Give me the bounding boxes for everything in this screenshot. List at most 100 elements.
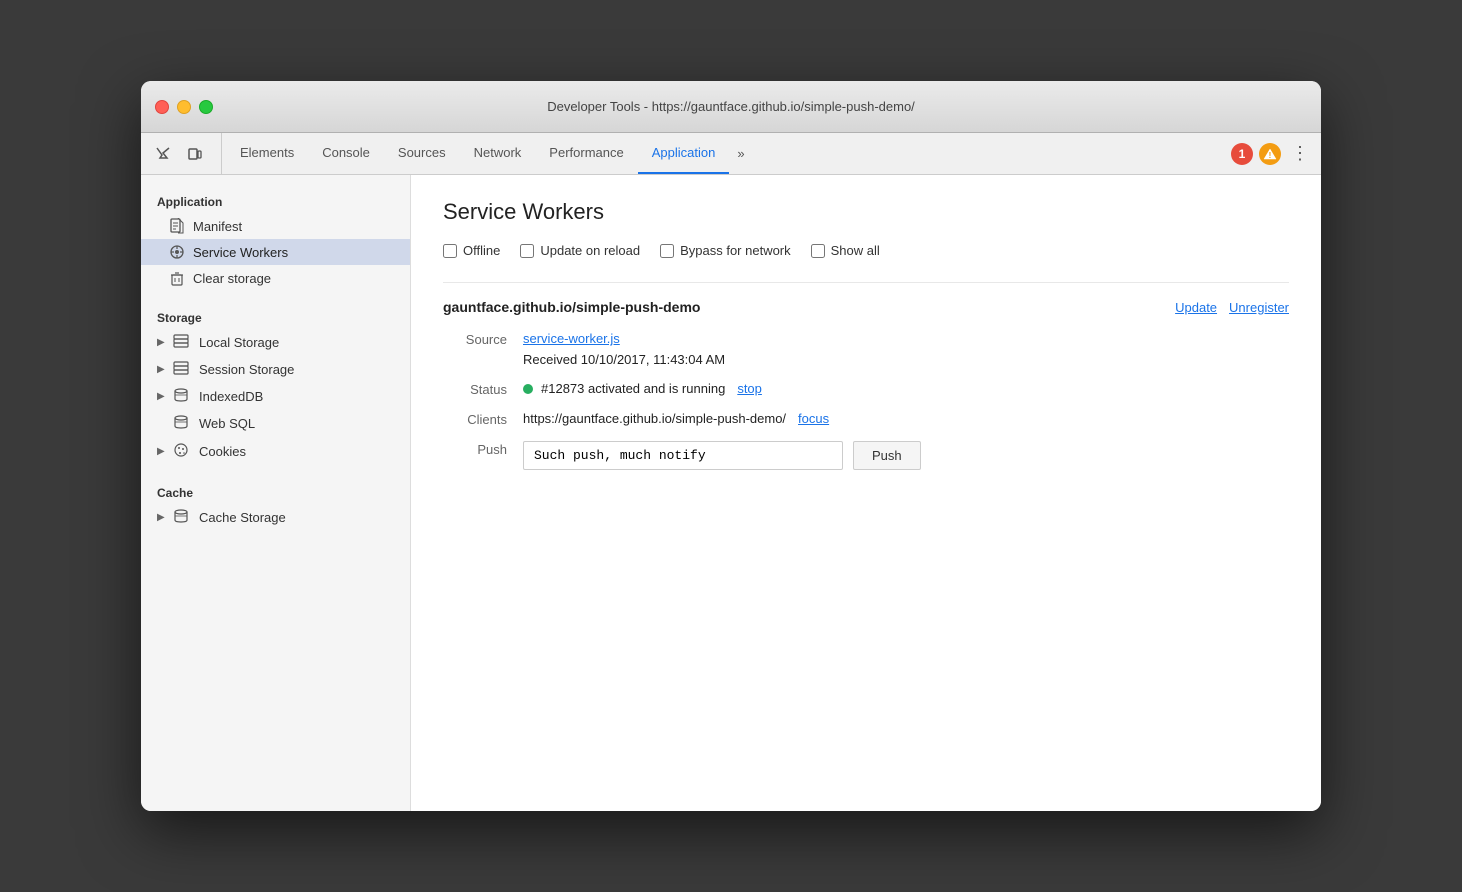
devtools-window: Developer Tools - https://gauntface.gith…: [141, 81, 1321, 811]
tab-performance[interactable]: Performance: [535, 133, 637, 174]
web-sql-label: Web SQL: [199, 416, 255, 431]
push-button[interactable]: Push: [853, 441, 921, 470]
show-all-input[interactable]: [811, 244, 825, 258]
expand-arrow-cookies: ▶: [157, 446, 169, 457]
sidebar: Application Manifest: [141, 175, 411, 811]
tab-elements[interactable]: Elements: [226, 133, 308, 174]
main-content: Application Manifest: [141, 175, 1321, 811]
source-file-link[interactable]: service-worker.js: [523, 331, 620, 346]
sidebar-section-cache: Cache: [141, 478, 410, 504]
source-value: service-worker.js Received 10/10/2017, 1…: [523, 331, 1289, 367]
received-text: Received 10/10/2017, 11:43:04 AM: [523, 352, 1289, 367]
web-sql-icon: [173, 415, 189, 432]
tab-console[interactable]: Console: [308, 133, 384, 174]
manifest-icon: [169, 218, 185, 234]
bypass-for-network-input[interactable]: [660, 244, 674, 258]
sidebar-item-indexeddb[interactable]: ▶ IndexedDB: [141, 383, 410, 410]
sidebar-item-clear-storage[interactable]: Clear storage: [141, 265, 410, 291]
local-storage-label: Local Storage: [199, 335, 279, 350]
sw-header: gauntface.github.io/simple-push-demo Upd…: [443, 299, 1289, 315]
bypass-for-network-label: Bypass for network: [680, 243, 791, 258]
update-on-reload-label: Update on reload: [540, 243, 640, 258]
sw-details: Source service-worker.js Received 10/10/…: [443, 331, 1289, 470]
bypass-for-network-checkbox[interactable]: Bypass for network: [660, 243, 791, 258]
toolbar-icon-group: [149, 133, 222, 174]
tab-network[interactable]: Network: [460, 133, 536, 174]
traffic-lights: [155, 100, 213, 114]
push-value: Push: [523, 441, 1289, 470]
stop-link[interactable]: stop: [737, 381, 762, 396]
clear-storage-label: Clear storage: [193, 271, 271, 286]
local-storage-icon: [173, 334, 189, 351]
error-count-badge[interactable]: 1: [1231, 143, 1253, 165]
cookies-icon: [173, 442, 189, 461]
update-link[interactable]: Update: [1175, 300, 1217, 315]
show-all-label: Show all: [831, 243, 880, 258]
service-workers-icon: [169, 244, 185, 260]
focus-link[interactable]: focus: [798, 411, 829, 426]
clear-storage-icon: [169, 270, 185, 286]
update-on-reload-input[interactable]: [520, 244, 534, 258]
expand-arrow-cache-storage: ▶: [157, 512, 169, 523]
close-button[interactable]: [155, 100, 169, 114]
status-dot: [523, 384, 533, 394]
unregister-link[interactable]: Unregister: [1229, 300, 1289, 315]
sidebar-item-web-sql[interactable]: ▶ Web SQL: [141, 410, 410, 437]
offline-checkbox[interactable]: Offline: [443, 243, 500, 258]
cookies-label: Cookies: [199, 444, 246, 459]
clients-value: https://gauntface.github.io/simple-push-…: [523, 411, 1289, 426]
sidebar-section-application: Application: [141, 187, 410, 213]
sidebar-item-manifest[interactable]: Manifest: [141, 213, 410, 239]
status-value: #12873 activated and is running stop: [523, 381, 1289, 396]
push-input[interactable]: [523, 441, 843, 470]
sidebar-item-cookies[interactable]: ▶ Cookies: [141, 437, 410, 466]
session-storage-label: Session Storage: [199, 362, 294, 377]
status-label: Status: [443, 381, 523, 397]
maximize-button[interactable]: [199, 100, 213, 114]
session-storage-icon: [173, 361, 189, 378]
source-label: Source: [443, 331, 523, 347]
update-on-reload-checkbox[interactable]: Update on reload: [520, 243, 640, 258]
show-all-checkbox[interactable]: Show all: [811, 243, 880, 258]
clients-label: Clients: [443, 411, 523, 427]
warning-count-badge[interactable]: !: [1259, 143, 1281, 165]
sw-entry: gauntface.github.io/simple-push-demo Upd…: [443, 282, 1289, 470]
service-workers-label: Service Workers: [193, 245, 288, 260]
device-icon[interactable]: [181, 140, 209, 168]
push-label: Push: [443, 441, 523, 457]
window-title: Developer Tools - https://gauntface.gith…: [547, 99, 915, 114]
toolbar-tabs: Elements Console Sources Network Perform…: [226, 133, 729, 174]
sw-origin: gauntface.github.io/simple-push-demo: [443, 299, 700, 315]
status-text: #12873 activated and is running: [541, 381, 725, 396]
offline-label: Offline: [463, 243, 500, 258]
indexeddb-label: IndexedDB: [199, 389, 263, 404]
expand-arrow-indexeddb: ▶: [157, 391, 169, 402]
sidebar-section-storage: Storage: [141, 303, 410, 329]
sidebar-item-session-storage[interactable]: ▶ Session Storage: [141, 356, 410, 383]
tab-sources[interactable]: Sources: [384, 133, 460, 174]
title-bar: Developer Tools - https://gauntface.gith…: [141, 81, 1321, 133]
more-options-button[interactable]: ⋮: [1287, 143, 1313, 164]
offline-input[interactable]: [443, 244, 457, 258]
content-panel: Service Workers Offline Update on reload…: [411, 175, 1321, 811]
more-tabs-button[interactable]: »: [729, 133, 752, 174]
toolbar: Elements Console Sources Network Perform…: [141, 133, 1321, 175]
cache-storage-icon: [173, 509, 189, 526]
sidebar-item-cache-storage[interactable]: ▶ Cache Storage: [141, 504, 410, 531]
cache-storage-label: Cache Storage: [199, 510, 286, 525]
manifest-label: Manifest: [193, 219, 242, 234]
options-row: Offline Update on reload Bypass for netw…: [443, 243, 1289, 258]
toolbar-right: 1 ! ⋮: [1231, 133, 1313, 174]
tab-application[interactable]: Application: [638, 133, 730, 174]
svg-text:!: !: [1269, 151, 1272, 160]
expand-arrow-local-storage: ▶: [157, 337, 169, 348]
sidebar-item-local-storage[interactable]: ▶ Local Storage: [141, 329, 410, 356]
sidebar-item-service-workers[interactable]: Service Workers: [141, 239, 410, 265]
inspect-icon[interactable]: [149, 140, 177, 168]
expand-arrow-session-storage: ▶: [157, 364, 169, 375]
clients-url: https://gauntface.github.io/simple-push-…: [523, 411, 786, 426]
minimize-button[interactable]: [177, 100, 191, 114]
sw-actions: Update Unregister: [1175, 300, 1289, 315]
page-title: Service Workers: [443, 199, 1289, 225]
indexeddb-icon: [173, 388, 189, 405]
